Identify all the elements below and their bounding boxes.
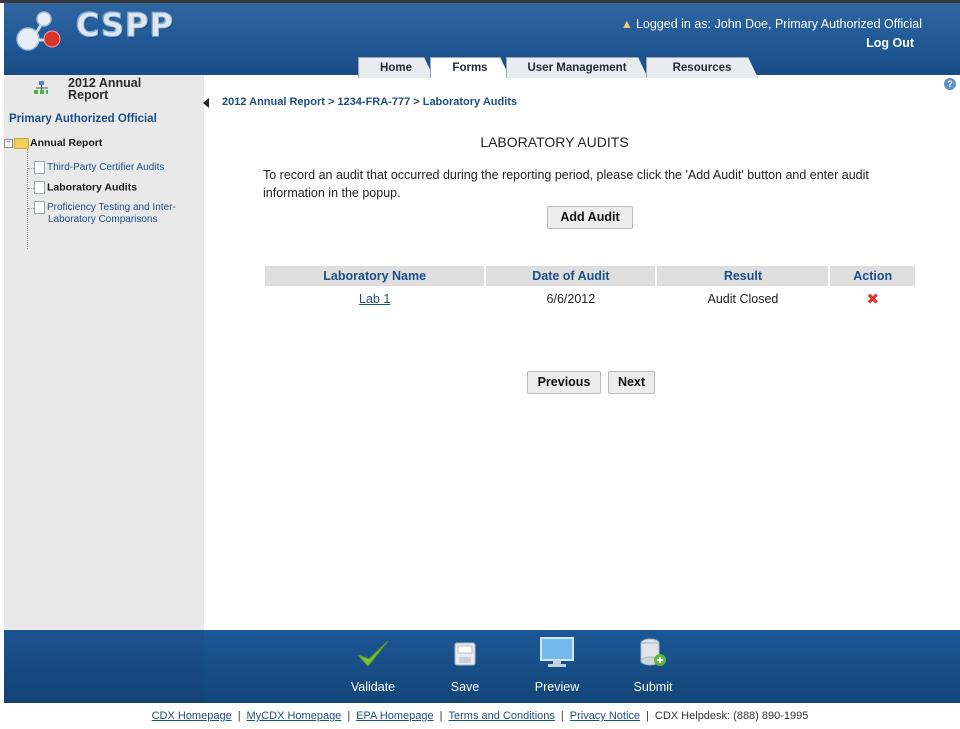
logo-text: CSPP <box>75 6 175 45</box>
column-header-action: Action <box>830 266 915 286</box>
logged-in-status: ▲ Logged in as: John Doe, Primary Authori… <box>621 17 922 31</box>
lab-name-link[interactable]: Lab 1 <box>359 292 390 306</box>
tree-node-label: Third-Party Certifier Audits <box>47 162 165 174</box>
submit-label: Submit <box>633 680 673 694</box>
add-audit-button[interactable]: Add Audit <box>547 206 633 229</box>
audit-result: Audit Closed <box>707 292 779 306</box>
checkmark-icon <box>357 640 389 667</box>
footer-link-privacy[interactable]: Privacy Notice <box>570 710 640 722</box>
sidebar: 2012 Annual Report Primary Authorized Of… <box>4 75 204 630</box>
tree-node-proficiency-testing[interactable]: Proficiency Testing and Inter- Laborator… <box>34 201 176 225</box>
next-button[interactable]: Next <box>608 371 655 394</box>
footer-link-terms[interactable]: Terms and Conditions <box>449 710 555 722</box>
save-label: Save <box>450 680 480 694</box>
validate-label: Validate <box>350 680 396 694</box>
breadcrumb: 2012 Annual Report > 1234-FRA-777 > Labo… <box>222 96 518 108</box>
logout-link[interactable]: Log Out <box>866 36 914 50</box>
tab-forms[interactable]: Forms <box>430 57 510 78</box>
footer-separator: | <box>646 710 649 722</box>
tree-connector <box>27 149 28 249</box>
bottom-toolbar: Validate Save Preview Submit <box>4 630 960 703</box>
validate-button[interactable]: Validate <box>333 630 413 703</box>
footer-link-epa-homepage[interactable]: EPA Homepage <box>356 710 433 722</box>
tree-node-label: Proficiency Testing and Inter- <box>47 202 176 214</box>
page-title: LABORATORY AUDITS <box>480 134 629 150</box>
app-header: CSPP ▲ Logged in as: John Doe, Primary Au… <box>4 3 960 75</box>
column-header-result[interactable]: Result <box>657 266 829 286</box>
user-icon: ▲ <box>620 17 633 31</box>
cspp-logo[interactable]: CSPP <box>14 6 174 51</box>
preview-label: Preview <box>534 680 580 694</box>
save-button[interactable]: Save <box>425 630 505 703</box>
tree-node-third-party-certifier-audits[interactable]: Third-Party Certifier Audits <box>34 161 164 174</box>
logged-in-text: Logged in as: John Doe, Primary Authoriz… <box>635 17 922 31</box>
footer-separator: | <box>237 710 241 722</box>
save-icon <box>454 642 476 666</box>
column-header-laboratory-name[interactable]: Laboratory Name <box>265 266 485 286</box>
help-icon[interactable]: ? <box>944 78 956 90</box>
tree-node-label-continued: Laboratory Comparisons <box>48 214 158 225</box>
column-header-date-of-audit[interactable]: Date of Audit <box>486 266 656 286</box>
tree-node-laboratory-audits[interactable]: Laboratory Audits <box>34 181 137 194</box>
audits-table: Laboratory Name Date of Audit Result Act… <box>263 266 917 312</box>
user-role: Primary Authorized Official <box>9 113 157 125</box>
report-title: 2012 Annual Report <box>68 76 142 102</box>
tree-node-label: Laboratory Audits <box>47 181 138 194</box>
footer-separator: | <box>347 710 351 722</box>
audit-date: 6/6/2012 <box>546 292 596 306</box>
toolbar-spacer <box>4 630 204 703</box>
footer-link-mycdx-homepage[interactable]: MyCDX Homepage <box>247 710 342 722</box>
molecule-logo-icon <box>16 11 61 51</box>
preview-button[interactable]: Preview <box>517 630 597 703</box>
delete-icon[interactable]: ✖ <box>866 291 879 308</box>
previous-button[interactable]: Previous <box>527 371 601 394</box>
monitor-icon <box>540 637 574 667</box>
tab-resources[interactable]: Resources <box>646 57 758 78</box>
instructions-text: To record an audit that occurred during … <box>263 168 869 200</box>
footer: CDX Homepage | MyCDX Homepage | EPA Homepage… <box>0 710 960 722</box>
org-chart-icon <box>34 81 48 94</box>
database-upload-icon <box>640 638 666 666</box>
footer-link-cdx-homepage[interactable]: CDX Homepage <box>152 710 232 722</box>
footer-helpdesk: CDX Helpdesk: (888) 890-1995 <box>654 710 809 722</box>
submit-button[interactable]: Submit <box>613 630 693 703</box>
tab-home[interactable]: Home <box>358 57 434 78</box>
document-icon <box>34 181 45 194</box>
collapse-sidebar-icon[interactable] <box>203 98 209 108</box>
table-row: Lab 1 6/6/2012 Audit Closed ✖ <box>265 286 915 312</box>
footer-separator: | <box>439 710 443 722</box>
document-icon <box>34 201 45 214</box>
footer-separator: | <box>560 710 564 722</box>
tab-user-management[interactable]: User Management <box>506 57 648 78</box>
page-title-row: LABORATORY AUDITS <box>0 134 960 150</box>
table-header-row: Laboratory Name Date of Audit Result Act… <box>265 266 915 286</box>
document-icon <box>34 161 45 174</box>
